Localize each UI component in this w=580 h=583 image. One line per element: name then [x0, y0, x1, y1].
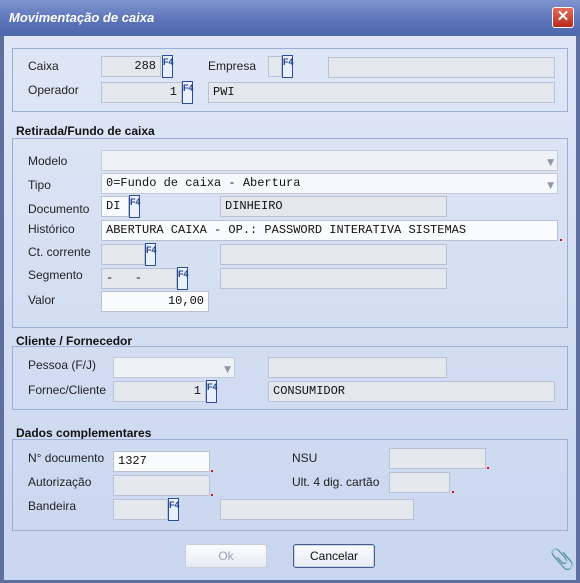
required-marker [211, 494, 213, 496]
caixa-label: Caixa [28, 59, 59, 73]
tipo-select[interactable]: 0=Fundo de caixa - Abertura ▼ [101, 173, 558, 194]
ok-button[interactable]: Ok [185, 544, 267, 568]
ult4-label: Ult. 4 dig. cartão [292, 475, 380, 489]
segmento-label: Segmento [28, 268, 83, 282]
chevron-down-icon: ▼ [224, 365, 231, 375]
ct-corrente-name-field [220, 244, 447, 265]
title-bar[interactable]: Movimentação de caixa ✕ [0, 0, 580, 36]
documento-code-field[interactable]: DI [101, 196, 129, 217]
autorizacao-field[interactable] [113, 475, 210, 496]
historico-field[interactable]: ABERTURA CAIXA - OP.: PASSWORD INTERATIV… [101, 220, 558, 241]
ct-corrente-code-field[interactable] [101, 244, 145, 265]
tipo-label: Tipo [28, 178, 51, 192]
chevron-down-icon: ▼ [547, 181, 554, 191]
paperclip-icon[interactable]: 📎 [550, 547, 575, 571]
pessoa-label: Pessoa (F/J) [28, 358, 97, 372]
documento-label: Documento [28, 202, 90, 216]
required-marker [560, 239, 562, 241]
f4-lookup-icon: F4 [283, 57, 294, 67]
empresa-f4-button[interactable]: F4 [282, 55, 294, 78]
ct-corrente-label: Ct. corrente [28, 245, 91, 259]
cancel-button[interactable]: Cancelar [293, 544, 375, 568]
operador-name-field: PWI [208, 82, 555, 103]
f4-lookup-icon: F4 [130, 197, 141, 207]
bandeira-label: Bandeira [28, 499, 77, 513]
bandeira-code-field[interactable] [113, 499, 168, 520]
nr-documento-label: N° documento [28, 451, 105, 465]
autorizacao-label: Autorização [28, 475, 92, 489]
tipo-value: 0=Fundo de caixa - Abertura [106, 176, 301, 190]
chevron-down-icon: ▼ [547, 158, 554, 168]
segmento-f4-button[interactable]: F4 [177, 267, 189, 290]
valor-label: Valor [28, 293, 56, 307]
f4-lookup-icon: F4 [146, 245, 157, 255]
required-marker [211, 470, 213, 472]
nsu-field[interactable] [389, 448, 486, 469]
dialog-window: Movimentação de caixa ✕ Caixa 288 F4 Emp… [0, 0, 580, 583]
retirada-section-title: Retirada/Fundo de caixa [16, 124, 155, 138]
ct-corrente-f4-button[interactable]: F4 [145, 243, 157, 266]
required-marker [452, 491, 454, 493]
documento-f4-button[interactable]: F4 [129, 195, 141, 218]
caixa-field[interactable]: 288 [101, 56, 161, 77]
operador-f4-button[interactable]: F4 [182, 81, 194, 104]
empresa-code-field[interactable] [268, 56, 282, 77]
pessoa-extra-field [268, 357, 447, 378]
caixa-f4-button[interactable]: F4 [162, 55, 174, 78]
bandeira-name-field [220, 499, 414, 520]
fornec-cliente-code-field[interactable]: 1 [113, 381, 206, 402]
f4-lookup-icon: F4 [169, 500, 180, 510]
empresa-label: Empresa [208, 59, 257, 73]
f4-lookup-icon: F4 [183, 83, 194, 93]
ult4-field[interactable] [389, 472, 450, 493]
f4-lookup-icon: F4 [207, 382, 218, 392]
required-marker [487, 467, 489, 469]
historico-label: Histórico [28, 222, 75, 236]
empresa-name-field [328, 57, 555, 78]
fornec-cliente-label: Fornec/Cliente [28, 383, 107, 397]
f4-lookup-icon: F4 [163, 57, 174, 67]
segmento-name-field [220, 268, 447, 289]
documento-name-field: DINHEIRO [220, 196, 447, 217]
close-button[interactable]: ✕ [552, 7, 574, 28]
operador-field[interactable]: 1 [101, 82, 182, 103]
complementares-section-title: Dados complementares [16, 426, 152, 440]
nsu-label: NSU [292, 451, 318, 465]
modelo-label: Modelo [28, 154, 68, 168]
modelo-select[interactable]: ▼ [101, 150, 558, 171]
pessoa-select[interactable]: ▼ [113, 357, 235, 378]
nr-documento-field[interactable]: 1327 [113, 451, 210, 472]
f4-lookup-icon: F4 [178, 269, 189, 279]
fornec-cliente-name-field: CONSUMIDOR [268, 381, 555, 402]
segmento-field[interactable]: - - [101, 268, 177, 289]
valor-field[interactable]: 10,00 [101, 291, 209, 312]
close-icon: ✕ [556, 8, 570, 25]
operador-label: Operador [28, 83, 79, 97]
window-title: Movimentação de caixa [9, 10, 155, 25]
fornec-cliente-f4-button[interactable]: F4 [206, 380, 218, 403]
bandeira-f4-button[interactable]: F4 [168, 498, 180, 521]
